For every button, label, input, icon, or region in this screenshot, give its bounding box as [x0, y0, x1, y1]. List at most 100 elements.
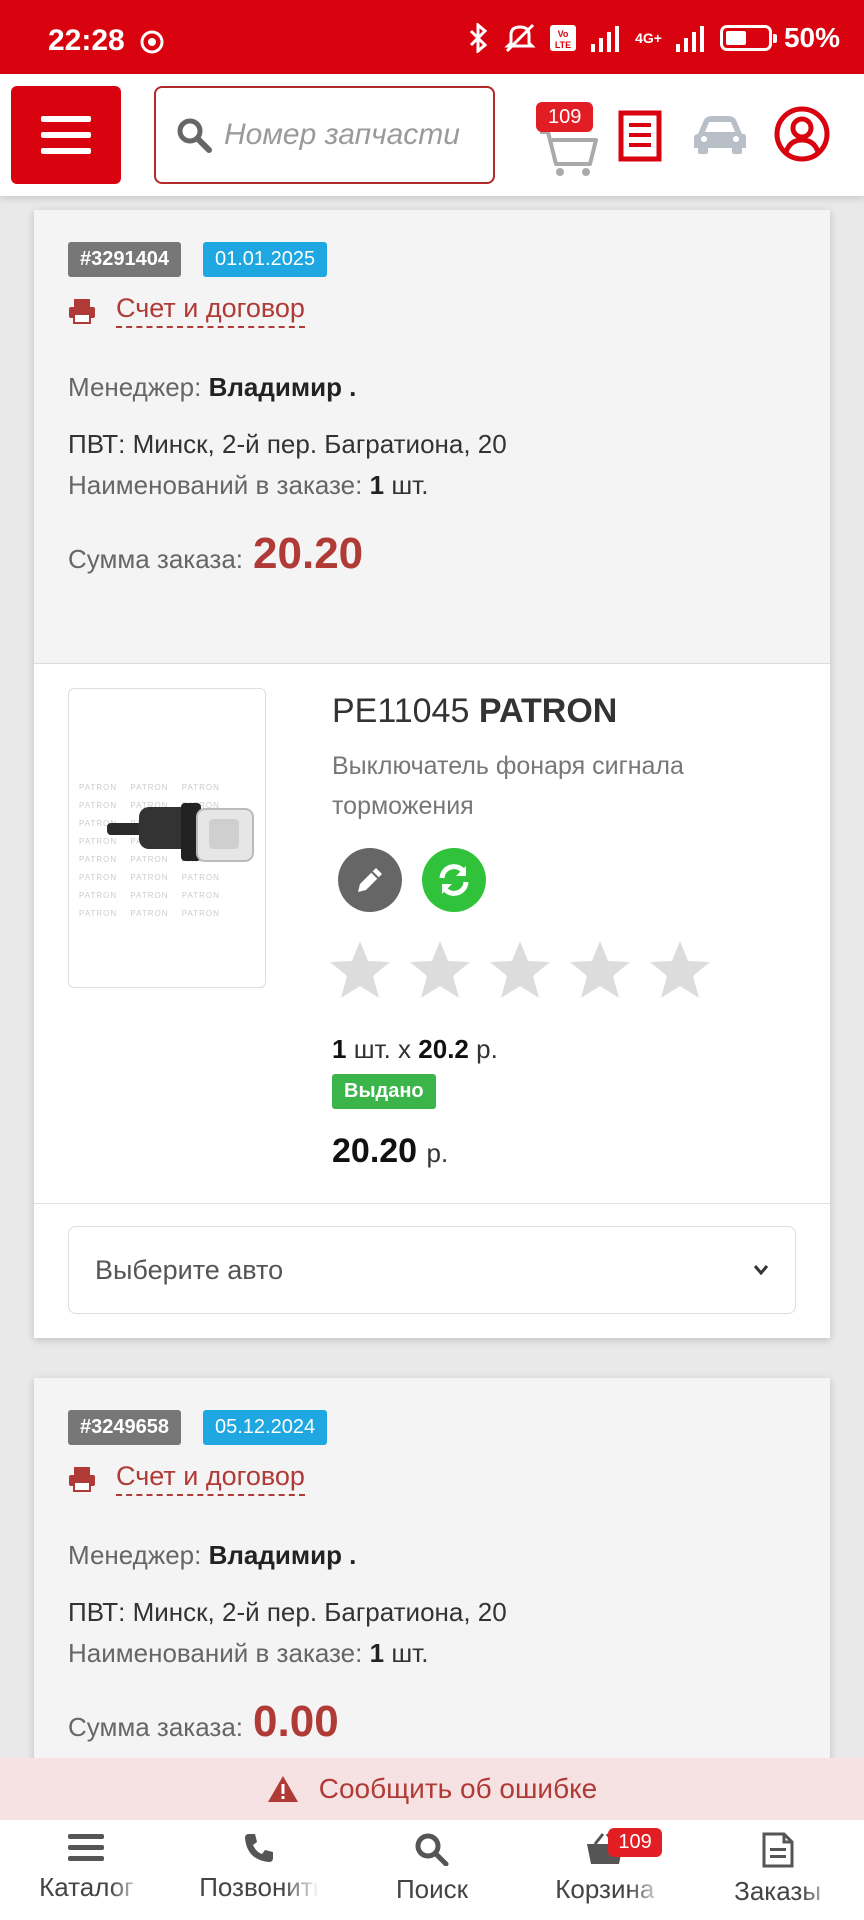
order-item: PATRON PATRON PATRON PATRON PATRON PATRO… — [34, 663, 830, 1203]
item-status-badge: Выдано — [332, 1074, 436, 1109]
bottom-navigation: Каталог Позвонить Поиск 109 Корзина Зака… — [0, 1820, 864, 1920]
garage-car-icon[interactable] — [692, 112, 748, 156]
clock: 22:28 — [48, 24, 125, 57]
svg-text:Vo: Vo — [558, 29, 569, 39]
manager-name: Владимир . — [208, 1540, 357, 1570]
printer-icon — [69, 298, 95, 324]
order-summary: #3291404 01.01.2025 Счет и договор Менед… — [34, 210, 830, 663]
items-count-row: Наименований в заказе: 1 шт. — [68, 470, 796, 501]
item-total: 20.20 р. — [332, 1132, 448, 1171]
quantity-unit: шт. x — [353, 1034, 412, 1064]
svg-text:LTE: LTE — [555, 40, 571, 50]
order-id-badge: #3249658 — [68, 1410, 181, 1445]
price-list-icon[interactable] — [618, 110, 662, 162]
search-icon — [177, 118, 212, 153]
search-input[interactable] — [224, 118, 464, 152]
mute-icon — [504, 23, 536, 53]
hamburger-icon — [41, 116, 91, 154]
unit-price: 20.2 — [418, 1034, 469, 1064]
invoice-contract-link[interactable]: Счет и договор — [68, 293, 796, 328]
pickup-point: ПВТ: Минск, 2-й пер. Багратиона, 20 — [68, 1597, 507, 1627]
car-select-area: Выберите авто — [34, 1203, 830, 1338]
chevron-down-icon — [753, 1265, 769, 1276]
warning-icon — [267, 1776, 298, 1802]
system-status-bar: 22:28 Vo LTE 4G+ 50% — [0, 0, 864, 74]
order-card: #3291404 01.01.2025 Счет и договор Менед… — [34, 210, 830, 1338]
nav-search[interactable]: Поиск — [346, 1820, 519, 1920]
invoice-contract-link[interactable]: Счет и договор — [68, 1461, 796, 1496]
nav-catalog-label: Каталог — [39, 1872, 134, 1902]
order-sum-row: Сумма заказа: 20.20 — [68, 529, 796, 579]
nav-call[interactable]: Позвонить — [173, 1820, 346, 1920]
product-brand: PATRON — [478, 692, 618, 730]
order-sum-label: Сумма заказа: — [68, 544, 244, 574]
manager-label: Менеджер: — [68, 1540, 202, 1570]
bluetooth-icon — [470, 23, 488, 53]
select-car-label: Выберите авто — [95, 1254, 284, 1285]
manager-label: Менеджер: — [68, 372, 202, 402]
order-sum-row: Сумма заказа: 0.00 — [68, 1697, 796, 1747]
refresh-icon — [439, 864, 469, 896]
report-error-button[interactable]: Сообщить об ошибке — [0, 1758, 864, 1820]
printer-icon — [69, 1466, 95, 1492]
nav-cart-label: Корзина — [555, 1874, 655, 1904]
star-icon[interactable] — [328, 938, 392, 1002]
edit-button[interactable] — [338, 848, 402, 912]
items-count-unit: шт. — [391, 1638, 429, 1668]
order-summary-2: #3249658 05.12.2024 Счет и договор Менед… — [34, 1378, 830, 1798]
items-count-row: Наименований в заказе: 1 шт. — [68, 1638, 796, 1669]
item-total-value: 20.20 — [332, 1132, 418, 1170]
document-icon — [762, 1832, 794, 1868]
pencil-icon — [358, 868, 382, 892]
order-date-badge: 05.12.2024 — [202, 1410, 328, 1445]
search-box[interactable] — [154, 86, 495, 184]
star-icon[interactable] — [568, 938, 632, 1002]
items-count-label: Наименований в заказе: — [68, 470, 363, 500]
manager-row: Менеджер: Владимир . — [68, 1540, 796, 1571]
order-id-badge: #3291404 — [68, 242, 181, 277]
select-car-dropdown[interactable]: Выберите авто — [68, 1226, 796, 1314]
star-icon[interactable] — [488, 938, 552, 1002]
product-image[interactable]: PATRON PATRON PATRON PATRON PATRON PATRO… — [68, 688, 266, 988]
items-count-label: Наименований в заказе: — [68, 1638, 363, 1668]
brake-switch-image — [107, 803, 254, 862]
nav-orders[interactable]: Заказы — [691, 1820, 864, 1920]
cart-count-badge: 109 — [536, 102, 594, 132]
quantity-price-row: 1 шт. x 20.2 р. — [332, 1034, 498, 1065]
app-notification-icon — [140, 30, 164, 54]
account-icon[interactable] — [774, 106, 830, 162]
battery-icon — [719, 25, 777, 51]
items-count-value: 1 — [369, 1638, 385, 1668]
reorder-button[interactable] — [422, 848, 486, 912]
menu-button[interactable] — [11, 86, 121, 184]
search-icon — [415, 1833, 449, 1866]
invoice-contract-label: Счет и договор — [116, 293, 305, 328]
rating-stars[interactable] — [328, 938, 712, 1002]
manager-row: Менеджер: Владимир . — [68, 372, 796, 403]
order-sum-label: Сумма заказа: — [68, 1712, 244, 1742]
network-type: 4G+ — [635, 30, 662, 46]
menu-icon — [68, 1834, 105, 1861]
manager-name: Владимир . — [208, 372, 357, 402]
item-total-currency: р. — [426, 1138, 449, 1168]
nav-search-label: Поиск — [395, 1874, 468, 1904]
report-error-label: Сообщить об ошибке — [318, 1773, 598, 1804]
battery-percent: 50% — [783, 22, 840, 53]
nav-catalog[interactable]: Каталог — [0, 1820, 173, 1920]
currency-label: р. — [476, 1034, 498, 1064]
star-icon[interactable] — [408, 938, 472, 1002]
order-card-2: #3249658 05.12.2024 Счет и договор Менед… — [34, 1378, 830, 1798]
product-code: PE11045 — [332, 692, 470, 730]
order-date-badge: 01.01.2025 — [202, 242, 328, 277]
star-icon[interactable] — [648, 938, 712, 1002]
volte-icon: VoLTE — [550, 25, 577, 51]
order-sum-value: 20.20 — [253, 529, 364, 578]
items-count-value: 1 — [369, 470, 385, 500]
pickup-point: ПВТ: Минск, 2-й пер. Багратиона, 20 — [68, 429, 507, 459]
app-header: 109 — [0, 74, 864, 196]
product-title[interactable]: PE11045 PATRON — [332, 692, 617, 731]
nav-orders-label: Заказы — [734, 1876, 822, 1906]
signal-icon — [591, 26, 620, 52]
quantity-value: 1 — [332, 1034, 347, 1064]
nav-cart[interactable]: 109 Корзина — [518, 1820, 691, 1920]
